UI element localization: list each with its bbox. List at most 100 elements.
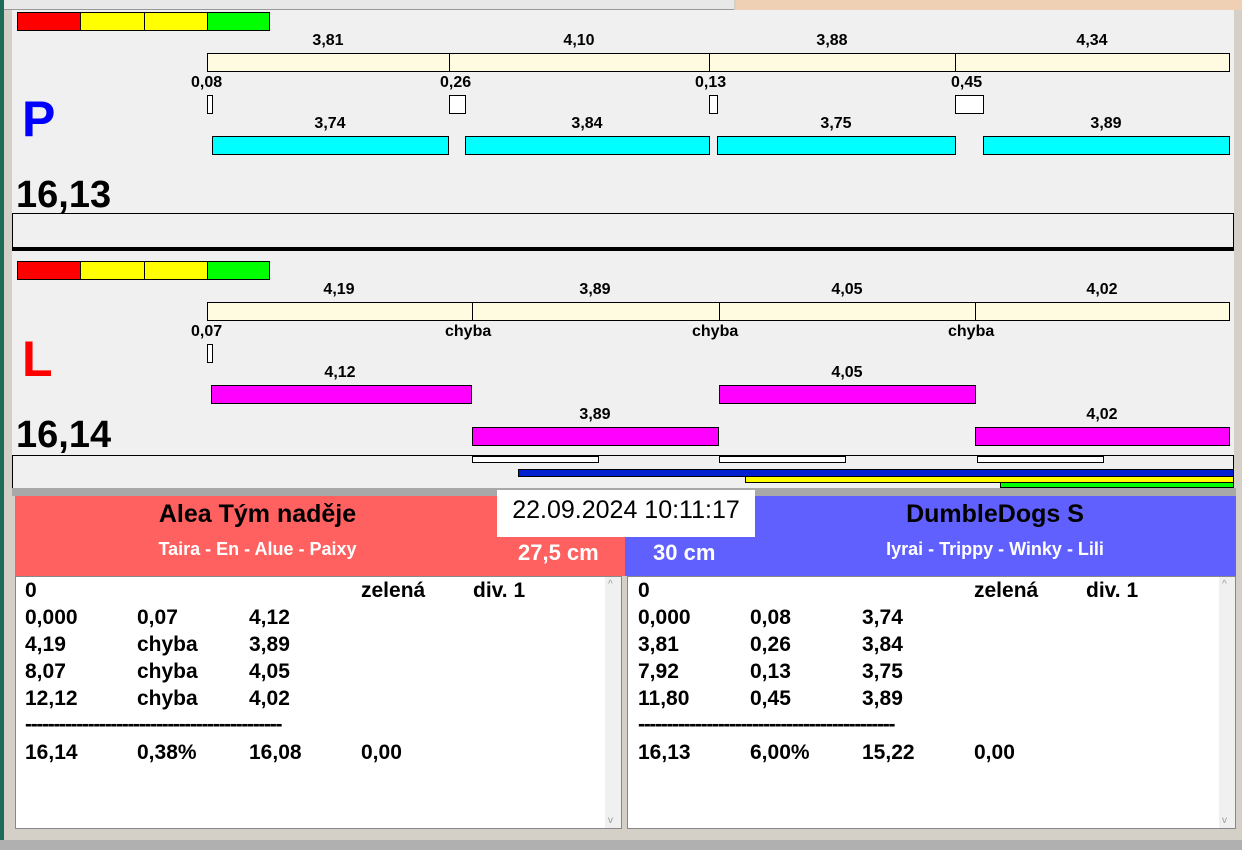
traffic-light-green xyxy=(207,12,270,31)
result-cell: 0 xyxy=(638,579,650,602)
segment-time: 4,34 xyxy=(1076,32,1108,49)
result-cell: 3,81 xyxy=(638,633,679,656)
run-time: 4,05 xyxy=(831,364,863,381)
result-cell: 3,89 xyxy=(862,687,903,710)
run-bar xyxy=(719,385,976,404)
run-time: 3,89 xyxy=(1090,115,1122,132)
result-cell: 0,000 xyxy=(638,606,691,629)
summary-cell: 16,13 xyxy=(638,741,691,764)
result-cell: chyba xyxy=(137,687,198,710)
result-cell: 12,12 xyxy=(25,687,78,710)
segment-time: 4,19 xyxy=(323,281,355,298)
result-cell: 0,000 xyxy=(25,606,78,629)
run-time: 3,84 xyxy=(571,115,603,132)
left-team-name: Alea Tým naděje xyxy=(158,500,357,528)
right-team-dogs: Iyrai - Trippy - Winky - Lili xyxy=(886,539,1104,559)
lane-l-panel xyxy=(12,251,1234,488)
segment-time: 4,02 xyxy=(1086,281,1118,298)
run-bar xyxy=(212,136,449,155)
right-team-height: 30 cm xyxy=(653,540,716,565)
result-cell: div. 1 xyxy=(473,579,526,602)
gap-marker xyxy=(449,95,466,114)
gap-marker xyxy=(955,95,984,114)
result-cell: 0,07 xyxy=(137,606,178,629)
traffic-light-yellow xyxy=(80,12,145,31)
gap-time: 0,07 xyxy=(191,323,223,340)
summary-cell: 15,22 xyxy=(862,741,915,764)
run-time: 3,74 xyxy=(314,115,346,132)
segment-bar xyxy=(709,53,956,72)
run-bar xyxy=(717,136,956,155)
scrollbar[interactable]: ^ v xyxy=(605,577,621,828)
result-cell: 0,08 xyxy=(750,606,791,629)
summary-cell: 16,08 xyxy=(249,741,302,764)
result-separator: ----------------------------------------… xyxy=(638,713,896,736)
run-bar xyxy=(465,136,710,155)
run-time: 4,02 xyxy=(1086,406,1118,423)
handler-marker xyxy=(472,456,599,463)
segment-time: 3,81 xyxy=(312,32,344,49)
segment-bar xyxy=(975,302,1230,321)
run-time: 3,75 xyxy=(820,115,852,132)
result-cell: 11,80 xyxy=(638,687,690,710)
gap-time: 0,08 xyxy=(191,74,223,91)
lane-total-time: 16,13 xyxy=(16,174,112,216)
result-cell: zelená xyxy=(974,579,1039,602)
right-team-name: DumbleDogs S xyxy=(906,500,1084,528)
gap-time: 0,45 xyxy=(951,74,983,91)
gap-time: chyba xyxy=(948,323,995,340)
right-results-textbox[interactable]: ^ v xyxy=(627,576,1236,829)
segment-bar xyxy=(449,53,710,72)
bottom-status-bar xyxy=(0,840,1242,850)
segment-bar xyxy=(719,302,976,321)
run-time: 4,12 xyxy=(324,364,356,381)
gap-time: chyba xyxy=(445,323,492,340)
result-cell: 8,07 xyxy=(25,660,66,683)
result-cell: chyba xyxy=(137,660,198,683)
gap-time: 0,26 xyxy=(440,74,472,91)
run-bar xyxy=(983,136,1230,155)
segment-time: 4,05 xyxy=(831,281,863,298)
result-cell: div. 1 xyxy=(1086,579,1139,602)
result-cell: 3,84 xyxy=(862,633,903,656)
left-results-textbox[interactable]: ^ v xyxy=(15,576,622,829)
result-cell: 0,13 xyxy=(750,660,791,683)
segment-time: 3,89 xyxy=(579,281,611,298)
scrollbar[interactable]: ^ v xyxy=(1219,577,1235,828)
left-team-dogs: Taira - En - Alue - Paixy xyxy=(158,539,357,559)
result-cell: 4,19 xyxy=(25,633,66,656)
left-team-height: 27,5 cm xyxy=(518,540,599,565)
result-cell: zelená xyxy=(361,579,426,602)
result-cell: 7,92 xyxy=(638,660,679,683)
result-cell: 3,75 xyxy=(862,660,903,683)
run-bar xyxy=(472,427,719,446)
lane-p-progress-box xyxy=(12,213,1234,249)
result-cell: 0,26 xyxy=(750,633,791,656)
traffic-light-red xyxy=(17,12,81,31)
segment-time: 4,10 xyxy=(563,32,595,49)
segment-bar xyxy=(472,302,720,321)
tab-strip-accent xyxy=(736,0,1242,10)
segment-bar xyxy=(207,302,473,321)
handler-marker xyxy=(977,456,1104,463)
summary-cell: 0,38% xyxy=(137,741,197,764)
traffic-light-yellow xyxy=(144,261,208,280)
result-cell: chyba xyxy=(137,633,198,656)
traffic-light-green xyxy=(207,261,270,280)
run-bar xyxy=(211,385,472,404)
lane-total-time: 16,14 xyxy=(16,414,112,456)
traffic-light-yellow xyxy=(80,261,145,280)
result-cell: 4,12 xyxy=(249,606,290,629)
traffic-light-red xyxy=(17,261,81,280)
gap-marker xyxy=(207,344,213,363)
tab-strip xyxy=(4,0,734,10)
result-cell: 4,05 xyxy=(249,660,290,683)
segment-time: 3,88 xyxy=(816,32,848,49)
datetime: 22.09.2024 10:11:17 xyxy=(497,490,755,537)
result-cell: 0 xyxy=(25,579,37,602)
summary-cell: 0,00 xyxy=(974,741,1015,764)
lane-letter: L xyxy=(22,331,53,387)
result-cell: 0,45 xyxy=(750,687,791,710)
result-cell: 3,74 xyxy=(862,606,903,629)
result-cell: 4,02 xyxy=(249,687,290,710)
